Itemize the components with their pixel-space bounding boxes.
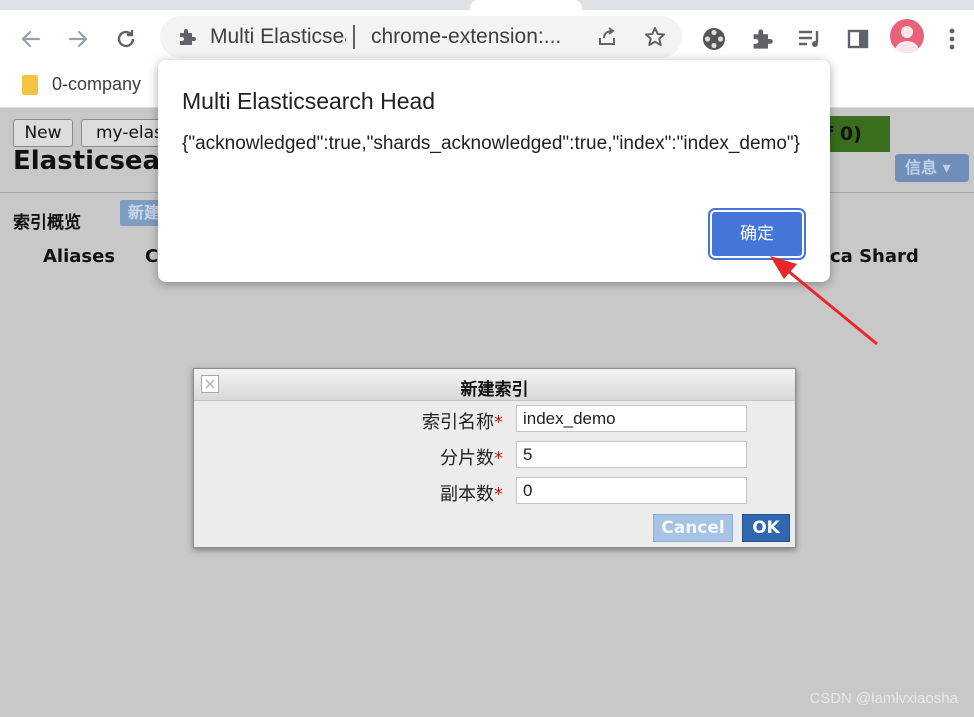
forward-arrow-icon: [68, 30, 88, 48]
puzzle-icon: [753, 29, 773, 49]
address-url: chrome-extension:...: [371, 25, 562, 48]
film-reel-icon: [703, 28, 725, 50]
shards-input[interactable]: 5: [516, 441, 747, 468]
replicas-input[interactable]: 0: [516, 477, 747, 504]
cancel-button[interactable]: Cancel: [653, 514, 733, 542]
share-icon[interactable]: [596, 26, 618, 48]
bookmark-folder[interactable]: 0-company: [22, 74, 141, 95]
film-extension-button[interactable]: [697, 22, 731, 56]
address-separator: [353, 25, 355, 49]
profile-avatar[interactable]: [890, 19, 924, 53]
tab-index-overview[interactable]: 索引概览: [13, 208, 81, 233]
avatar-body: [895, 41, 919, 53]
column-c: C: [145, 246, 159, 267]
column-replica-shard: ca Shard: [830, 246, 919, 267]
page-title: Elasticsearch Head: [13, 146, 163, 176]
index-name-label: 索引名称*: [422, 412, 503, 433]
csdn-watermark: CSDN @lamlvxiaosha: [809, 690, 958, 707]
column-aliases: Aliases: [43, 246, 116, 267]
address-bar[interactable]: Multi Elasticsearch Head chrome-extensio…: [160, 16, 682, 58]
form-row-replicas: 副本数* 0: [194, 477, 795, 505]
form-row-shards: 分片数* 5: [194, 441, 795, 469]
form-row-index-name: 索引名称* index_demo: [194, 405, 795, 433]
active-tab[interactable]: [470, 0, 582, 10]
site-name: Multi Elasticsearch Head: [210, 25, 346, 48]
extension-puzzle-icon: [180, 29, 196, 45]
bookmark-star-icon[interactable]: [643, 25, 667, 49]
forward-button[interactable]: [61, 22, 95, 56]
back-button[interactable]: [14, 22, 48, 56]
avatar-head: [901, 26, 913, 38]
dialog-close-button[interactable]: [201, 375, 219, 393]
info-dropdown-button[interactable]: 信息 ▾: [895, 154, 969, 182]
folder-icon: [22, 74, 38, 95]
replicas-label: 副本数*: [440, 484, 503, 505]
close-icon: [205, 379, 215, 389]
alert-title: Multi Elasticsearch Head: [182, 88, 436, 114]
media-control-button[interactable]: [793, 22, 827, 56]
side-panel-button[interactable]: [841, 22, 875, 56]
new-index-button[interactable]: 新建索引: [120, 200, 160, 226]
alert-message: {"acknowledged":true,"shards_acknowledge…: [182, 133, 801, 154]
reload-button[interactable]: [109, 22, 143, 56]
dialog-header: 新建索引: [194, 369, 795, 401]
extensions-button[interactable]: [745, 22, 779, 56]
shards-label: 分片数*: [440, 448, 503, 469]
ok-button[interactable]: OK: [742, 514, 790, 542]
reload-icon: [117, 30, 135, 48]
alert-confirm-button[interactable]: 确定: [708, 208, 806, 260]
dialog-title: 新建索引: [460, 380, 529, 400]
back-arrow-icon: [21, 30, 41, 48]
kebab-menu-icon: [949, 28, 955, 50]
tab-strip: [0, 0, 974, 10]
create-index-dialog: 新建索引 索引名称* index_demo 分片数* 5 副本数* 0 Canc…: [193, 368, 796, 548]
side-panel-icon: [847, 29, 869, 49]
index-name-input[interactable]: index_demo: [516, 405, 747, 432]
alert-dialog: Multi Elasticsearch Head {"acknowledged"…: [158, 60, 830, 282]
browser-menu-button[interactable]: [935, 22, 969, 56]
new-connection-button[interactable]: New: [13, 119, 73, 147]
media-queue-icon: [799, 30, 819, 47]
bookmark-folder-label: 0-company: [52, 74, 142, 94]
browser-toolbar: Multi Elasticsearch Head chrome-extensio…: [0, 10, 974, 66]
